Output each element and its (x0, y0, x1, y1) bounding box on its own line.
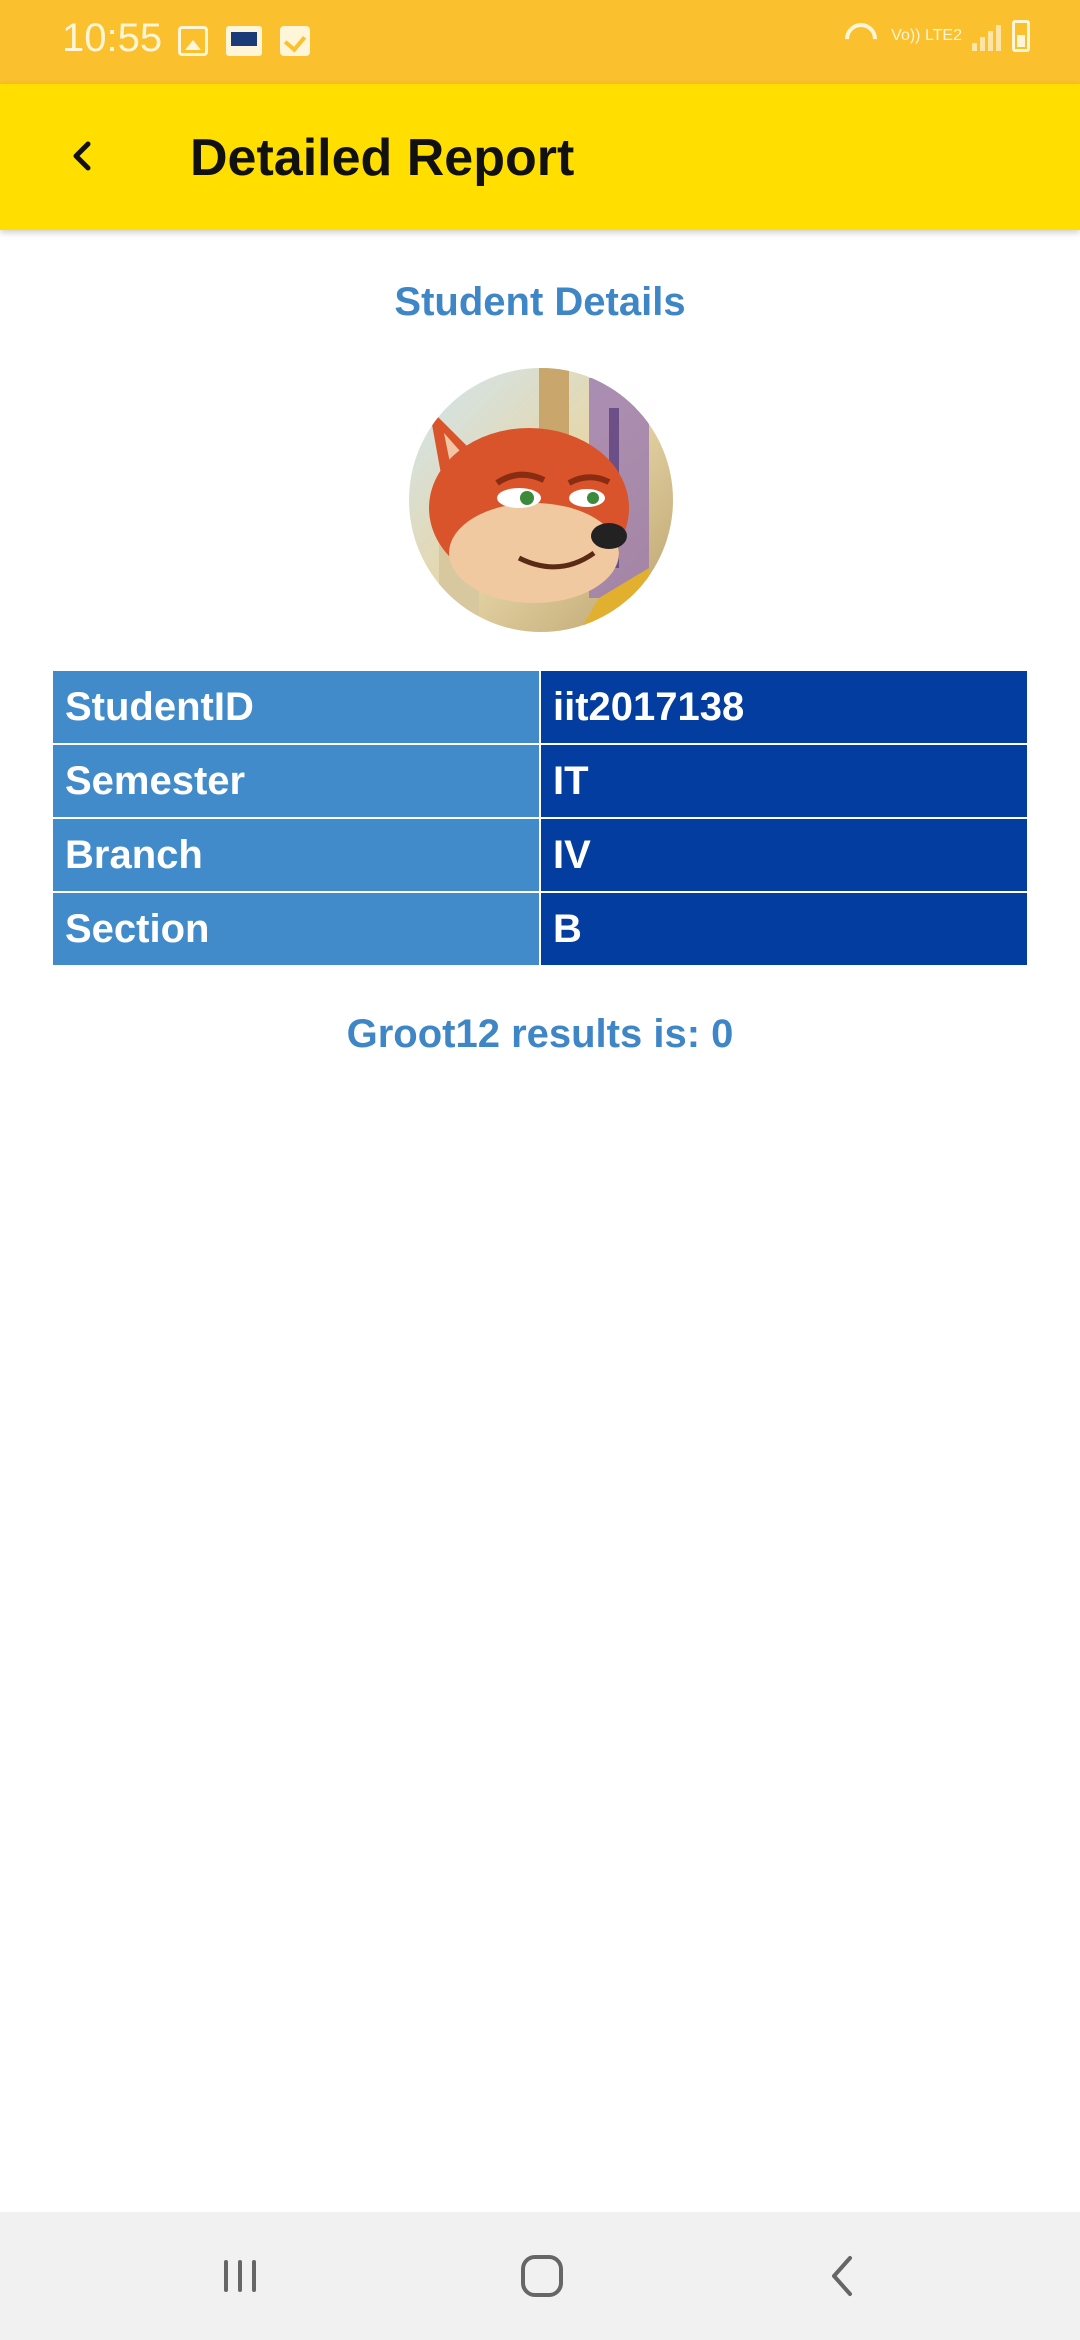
row-label: Branch (53, 817, 540, 892)
recents-button[interactable] (192, 2236, 288, 2316)
battery-icon (1012, 20, 1030, 52)
navigation-bar (0, 2212, 1080, 2340)
avatar[interactable] (409, 368, 673, 632)
home-icon (521, 2255, 563, 2297)
app-bar: Detailed Report (0, 84, 1080, 230)
row-label: Semester (53, 743, 540, 818)
book-icon (226, 26, 262, 56)
table-row: Semester IT (53, 743, 1027, 818)
signal-icon (972, 21, 1002, 51)
row-value: IT (539, 743, 1027, 818)
student-details-heading: Student Details (394, 280, 686, 324)
row-value: iit2017138 (539, 671, 1027, 744)
status-indicators: Vo)) LTE2 (841, 20, 1030, 52)
back-arrow-icon (73, 141, 91, 171)
page-title: Detailed Report (190, 129, 575, 187)
check-icon (280, 26, 310, 56)
wifi-icon (841, 21, 881, 51)
back-icon (832, 2256, 852, 2296)
row-label: StudentID (53, 671, 540, 744)
table-row: Branch IV (53, 817, 1027, 892)
row-value: B (539, 891, 1027, 965)
gallery-icon (178, 26, 208, 56)
status-bar: 10:55 Vo)) LTE2 (0, 0, 1080, 84)
back-button[interactable] (46, 120, 118, 192)
table-row: Section B (53, 891, 1027, 965)
results-text: Groot12 results is: 0 (346, 1012, 734, 1056)
fox-avatar-image (409, 368, 673, 632)
status-time: 10:55 (62, 16, 163, 60)
student-details-table: StudentID iit2017138 Semester IT Branch … (53, 671, 1027, 965)
home-button[interactable] (494, 2236, 590, 2316)
row-value: IV (539, 817, 1027, 892)
system-back-button[interactable] (796, 2236, 892, 2316)
network-label: Vo)) LTE2 (891, 27, 962, 44)
recents-icon (224, 2260, 256, 2292)
table-row: StudentID iit2017138 (53, 671, 1027, 744)
row-label: Section (53, 891, 540, 965)
